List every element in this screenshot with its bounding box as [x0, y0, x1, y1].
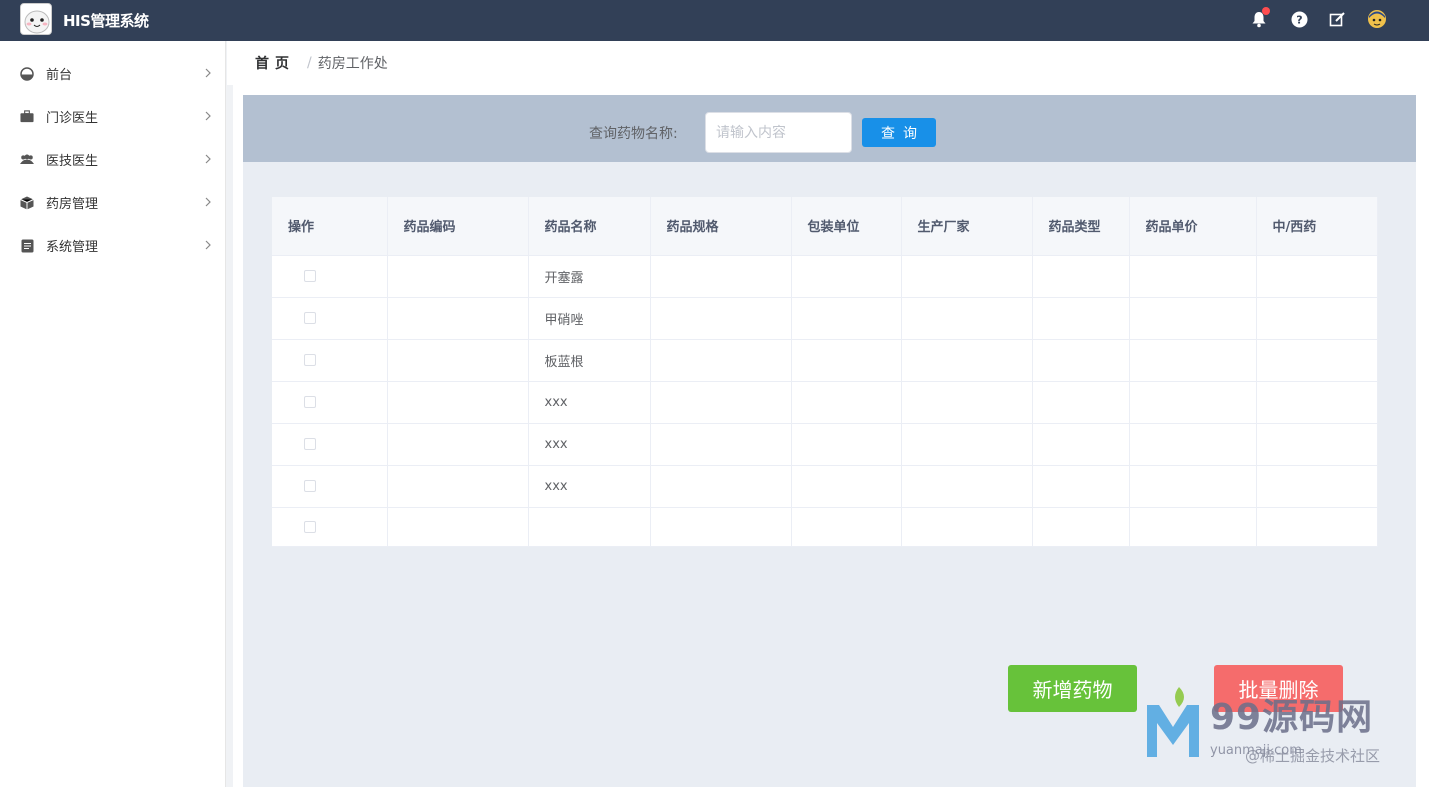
table-row[interactable]: xxx [272, 423, 1378, 466]
table-header-row: 操作 药品编码 药品名称 药品规格 包装单位 生产厂家 药品类型 药品单价 中/… [272, 197, 1378, 256]
column-header-code: 药品编码 [387, 197, 529, 256]
add-drug-button[interactable]: 新增药物 [1008, 665, 1137, 712]
drug-name-cell: xxx [528, 423, 651, 466]
sidebar-item-label: 药房管理 [46, 197, 99, 212]
sidebar-item-medtech-doctor[interactable]: 医技医生 [0, 138, 225, 181]
sidebar-item-outpatient-doctor[interactable]: 门诊医生 [0, 95, 225, 138]
chevron-right-icon [205, 68, 211, 78]
sidebar: 前台 门诊医生 医技医生 药房管理 系统管理 [0, 41, 226, 787]
user-avatar[interactable] [1367, 9, 1387, 29]
drug-name-cell: xxx [528, 465, 651, 508]
table-row[interactable]: xxx [272, 381, 1378, 424]
breadcrumb: 首页 / 药房工作处 [227, 41, 1429, 85]
drug-name-cell: 甲硝唑 [528, 297, 651, 340]
briefcase-icon [20, 110, 34, 124]
chevron-right-icon [205, 111, 211, 121]
main-content: 查询药物名称: 查询 操作 药品编码 药品名称 药品规格 包装单位 生产厂家 [233, 85, 1429, 787]
users-icon [20, 153, 34, 167]
sidebar-item-label: 系统管理 [46, 240, 99, 255]
cube-icon [20, 196, 34, 210]
document-icon [20, 239, 34, 253]
app-title: HIS管理系统 [63, 12, 149, 30]
column-header-name: 药品名称 [528, 197, 651, 256]
row-checkbox[interactable] [304, 480, 316, 492]
sidebar-item-pharmacy[interactable]: 药房管理 [0, 181, 225, 224]
table-row[interactable] [272, 507, 1378, 547]
dashboard-icon [20, 66, 34, 81]
chevron-right-icon [205, 240, 211, 250]
watermark-brand: 99源码网 [1210, 697, 1374, 738]
table-row[interactable]: 板蓝根 [272, 339, 1378, 382]
chevron-right-icon [205, 197, 211, 207]
column-header-spec: 药品规格 [650, 197, 792, 256]
row-checkbox[interactable] [304, 438, 316, 450]
row-checkbox[interactable] [304, 396, 316, 408]
row-checkbox[interactable] [304, 520, 316, 533]
column-header-category: 中/西药 [1256, 197, 1378, 256]
table-row[interactable]: xxx [272, 465, 1378, 508]
top-navbar: HIS管理系统 ? [0, 0, 1429, 41]
notification-dot [1262, 7, 1270, 15]
chevron-right-icon [205, 154, 211, 164]
sidebar-item-label: 前台 [46, 68, 73, 83]
sidebar-item-system[interactable]: 系统管理 [0, 224, 225, 267]
sidebar-item-label: 门诊医生 [46, 111, 99, 126]
column-header-price: 药品单价 [1129, 197, 1257, 256]
table-row[interactable]: 开塞露 [272, 255, 1378, 298]
search-button[interactable]: 查询 [862, 118, 936, 147]
drug-name-cell: 板蓝根 [528, 339, 651, 382]
column-header-unit: 包装单位 [791, 197, 902, 256]
row-checkbox[interactable] [304, 312, 316, 324]
drug-name-cell: 开塞露 [528, 255, 651, 298]
breadcrumb-separator: / [307, 55, 312, 71]
drug-table: 操作 药品编码 药品名称 药品规格 包装单位 生产厂家 药品类型 药品单价 中/… [272, 197, 1378, 547]
watermark-credit: @稀土掘金技术社区 [1245, 747, 1381, 765]
bell-icon[interactable] [1249, 7, 1270, 29]
search-label: 查询药物名称: [589, 126, 678, 142]
edit-icon[interactable] [1327, 9, 1347, 29]
sidebar-item-frontdesk[interactable]: 前台 [0, 52, 225, 95]
drug-name-cell: xxx [528, 381, 651, 424]
breadcrumb-current: 药房工作处 [317, 56, 388, 72]
column-header-type: 药品类型 [1032, 197, 1130, 256]
row-checkbox[interactable] [304, 270, 316, 282]
svg-text:?: ? [1296, 13, 1302, 26]
pharmacy-panel: 查询药物名称: 查询 操作 药品编码 药品名称 药品规格 包装单位 生产厂家 [243, 95, 1416, 787]
table-row[interactable]: 甲硝唑 [272, 297, 1378, 340]
watermark-logo-icon [1147, 687, 1199, 757]
sidebar-item-label: 医技医生 [46, 154, 99, 169]
drug-name-cell [528, 507, 651, 547]
app-logo [20, 3, 52, 35]
column-header-manufacturer: 生产厂家 [901, 197, 1033, 256]
breadcrumb-home[interactable]: 首页 [255, 53, 295, 73]
column-header-action: 操作 [272, 197, 388, 256]
search-bar: 查询药物名称: 查询 [243, 95, 1416, 162]
search-input[interactable] [705, 112, 852, 153]
row-checkbox[interactable] [304, 354, 316, 366]
help-icon[interactable]: ? [1289, 9, 1309, 29]
